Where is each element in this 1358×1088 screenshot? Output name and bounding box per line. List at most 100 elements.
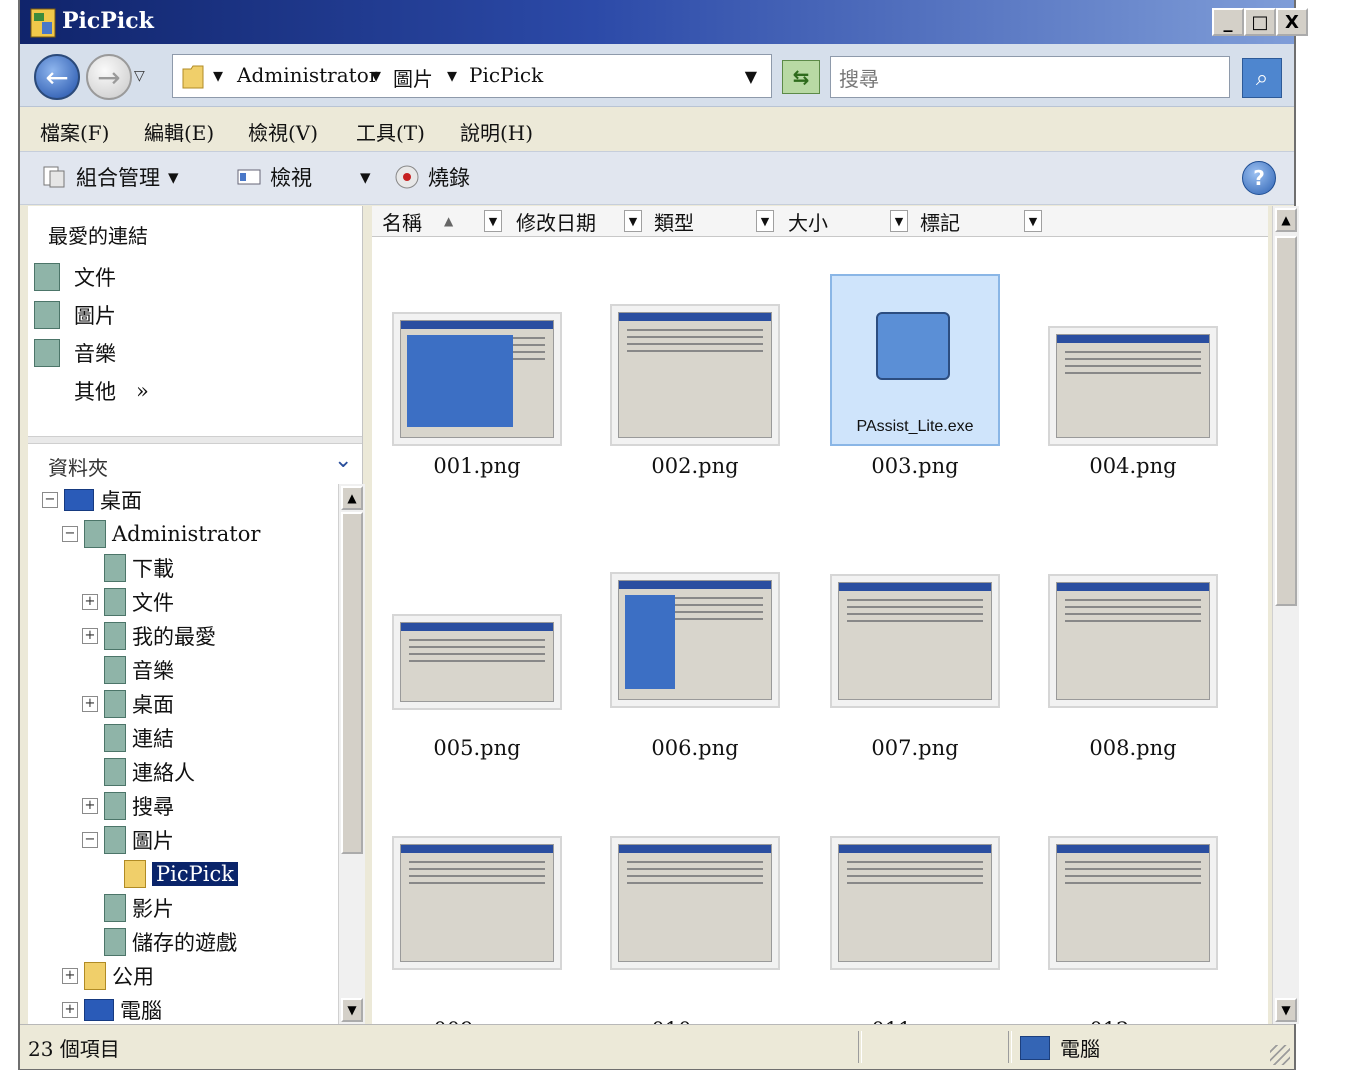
- tree-item[interactable]: + 我的最愛: [82, 620, 216, 652]
- favorite-music[interactable]: 音樂: [34, 338, 116, 368]
- title-bar[interactable]: PicPick _ □ X: [20, 0, 1308, 44]
- chevron-down-icon[interactable]: ▼: [1024, 210, 1042, 232]
- tree-item[interactable]: + 桌面: [82, 688, 174, 720]
- tree-item[interactable]: 下載: [82, 552, 174, 584]
- file-item[interactable]: 007.png: [830, 518, 1000, 768]
- column-size[interactable]: 大小: [788, 208, 828, 235]
- column-tags[interactable]: 標記: [920, 208, 960, 235]
- refresh-button[interactable]: ⇆: [782, 60, 820, 94]
- search-input[interactable]: 搜尋: [830, 56, 1230, 98]
- tree-item[interactable]: + 公用: [62, 960, 154, 992]
- column-headers: 名稱 ▲ ▼ 修改日期 ▼ 類型 ▼ 大小 ▼ 標記 ▼: [372, 206, 1268, 237]
- tree-item[interactable]: − Administrator: [62, 518, 260, 550]
- address-field[interactable]: ▾ Administrator ▾ 圖片 ▾ PicPick ▼: [172, 54, 772, 98]
- status-bar: 23 個項目 電腦: [20, 1024, 1294, 1069]
- burn-button[interactable]: 燒錄: [394, 162, 470, 192]
- menu-help[interactable]: 說明(H): [460, 117, 533, 146]
- collapse-icon[interactable]: −: [82, 832, 98, 848]
- expand-icon[interactable]: +: [62, 968, 78, 984]
- pane-splitter[interactable]: [28, 436, 362, 444]
- tree-item-label: 音樂: [132, 659, 174, 683]
- tree-item[interactable]: PicPick: [102, 858, 238, 890]
- scroll-thumb[interactable]: [341, 512, 363, 854]
- file-item[interactable]: 002.png: [610, 236, 780, 486]
- expand-icon[interactable]: +: [82, 798, 98, 814]
- column-name-label: 名稱: [382, 210, 422, 235]
- favorite-documents[interactable]: 文件: [34, 262, 116, 292]
- menu-edit[interactable]: 編輯(E): [144, 117, 214, 146]
- address-history-dropdown-icon[interactable]: ▼: [745, 67, 757, 86]
- menu-tools[interactable]: 工具(T): [356, 117, 425, 146]
- menu-file[interactable]: 檔案(F): [40, 117, 109, 146]
- tree-item[interactable]: 影片: [82, 892, 174, 924]
- folder-tree-scrollbar[interactable]: ▲ ▼: [338, 484, 365, 1024]
- maximize-button[interactable]: □: [1244, 8, 1276, 36]
- column-date-modified[interactable]: 修改日期: [516, 208, 596, 235]
- scroll-down-icon[interactable]: ▼: [1275, 998, 1297, 1022]
- expand-icon[interactable]: +: [82, 594, 98, 610]
- forward-button[interactable]: →: [86, 54, 132, 100]
- views-button[interactable]: 檢視 ▾: [236, 162, 371, 192]
- file-list-scrollbar[interactable]: ▲ ▼: [1272, 206, 1299, 1024]
- file-item[interactable]: 008.png: [1048, 518, 1218, 768]
- chevron-down-icon[interactable]: ▼: [890, 210, 908, 232]
- thumbnail-image: [1048, 574, 1218, 708]
- file-item[interactable]: PAssist_Lite.exe 003.png: [830, 236, 1000, 486]
- expand-icon[interactable]: +: [62, 1002, 78, 1018]
- tree-item[interactable]: + 文件: [82, 586, 174, 618]
- thumbnail-image: [610, 572, 780, 708]
- scroll-up-icon[interactable]: ▲: [1275, 208, 1297, 232]
- expand-icon[interactable]: +: [82, 628, 98, 644]
- tree-item[interactable]: 連絡人: [82, 756, 195, 788]
- tree-item[interactable]: 連結: [82, 722, 174, 754]
- chevron-down-icon[interactable]: ▾: [447, 63, 457, 87]
- tree-item[interactable]: 儲存的遊戲: [82, 926, 237, 958]
- tree-item[interactable]: + 搜尋: [82, 790, 174, 822]
- breadcrumb-pictures[interactable]: 圖片: [393, 63, 433, 92]
- resize-grip-icon[interactable]: [1270, 1045, 1290, 1065]
- file-item[interactable]: 012.png: [1048, 800, 1218, 1050]
- tree-item[interactable]: 音樂: [82, 654, 174, 686]
- recent-pages-dropdown-icon[interactable]: ▽: [134, 68, 145, 84]
- preview-titlebar: [619, 581, 771, 589]
- scroll-thumb[interactable]: [1275, 236, 1297, 606]
- expand-icon[interactable]: +: [82, 696, 98, 712]
- search-button[interactable]: ⌕: [1242, 58, 1282, 98]
- chevron-down-icon[interactable]: ▾: [213, 63, 223, 87]
- column-type[interactable]: 類型: [654, 208, 694, 235]
- favorite-more[interactable]: 其他 »: [74, 376, 149, 406]
- tree-item[interactable]: − 桌面: [42, 484, 142, 516]
- file-item[interactable]: 006.png: [610, 518, 780, 768]
- chevron-down-icon[interactable]: ▼: [624, 210, 642, 232]
- organize-button[interactable]: 組合管理 ▾: [42, 162, 179, 192]
- help-button[interactable]: ?: [1242, 161, 1276, 195]
- menu-view[interactable]: 檢視(V): [248, 117, 318, 146]
- back-button[interactable]: ←: [34, 54, 80, 100]
- close-button[interactable]: X: [1276, 8, 1308, 36]
- status-divider: [1008, 1031, 1012, 1063]
- tree-item[interactable]: + 電腦: [62, 994, 162, 1024]
- chevron-down-icon[interactable]: ▼: [484, 210, 502, 232]
- file-item[interactable]: 004.png: [1048, 236, 1218, 486]
- chevron-down-icon[interactable]: ▾: [371, 63, 381, 87]
- collapse-folders-icon[interactable]: ⌄: [334, 448, 352, 473]
- breadcrumb-administrator[interactable]: Administrator: [237, 63, 378, 87]
- scroll-down-icon[interactable]: ▼: [341, 998, 363, 1022]
- column-name[interactable]: 名稱 ▲: [382, 208, 453, 235]
- file-item[interactable]: 001.png: [392, 236, 562, 486]
- file-item[interactable]: 005.png: [392, 518, 562, 768]
- chevron-down-icon[interactable]: ▼: [756, 210, 774, 232]
- file-item[interactable]: 011.png: [830, 800, 1000, 1050]
- tree-item[interactable]: − 圖片: [82, 824, 174, 856]
- breadcrumb-picpick[interactable]: PicPick: [469, 63, 543, 87]
- favorite-pictures[interactable]: 圖片: [34, 300, 116, 330]
- tree-item-label: 下載: [132, 557, 174, 581]
- collapse-icon[interactable]: −: [62, 526, 78, 542]
- scroll-up-icon[interactable]: ▲: [341, 486, 363, 510]
- file-name: 001.png: [433, 454, 521, 478]
- collapse-icon[interactable]: −: [42, 492, 58, 508]
- minimize-button[interactable]: _: [1212, 8, 1244, 36]
- file-item[interactable]: 009.png: [392, 800, 562, 1050]
- file-item[interactable]: 010.png: [610, 800, 780, 1050]
- preview-titlebar: [1057, 845, 1209, 853]
